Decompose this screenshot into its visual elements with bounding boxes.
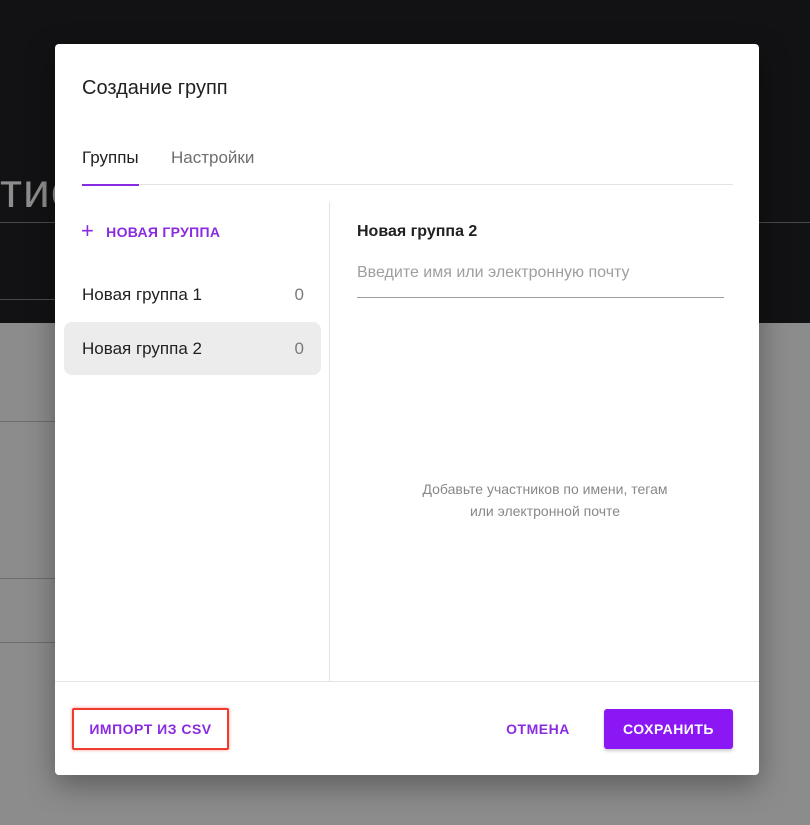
background-divider xyxy=(0,299,60,300)
create-groups-dialog: Создание групп Группы Настройки + НОВАЯ … xyxy=(55,44,759,775)
new-group-label: НОВАЯ ГРУППА xyxy=(106,224,221,240)
new-group-button[interactable]: + НОВАЯ ГРУППА xyxy=(81,218,221,243)
group-member-count: 0 xyxy=(294,338,304,358)
background-row-divider xyxy=(0,578,60,579)
save-button[interactable]: СОХРАНИТЬ xyxy=(604,709,733,749)
import-csv-button[interactable]: ИМПОРТ ИЗ CSV xyxy=(72,708,229,750)
dialog-tabs: Группы Настройки xyxy=(82,146,733,186)
group-item[interactable]: Новая группа 1 0 xyxy=(64,268,321,321)
group-item[interactable]: Новая группа 2 0 xyxy=(64,322,321,375)
plus-icon: + xyxy=(81,218,95,243)
groups-list-pane: + НОВАЯ ГРУППА Новая группа 1 0 Новая гр… xyxy=(55,202,330,681)
cancel-button[interactable]: ОТМЕНА xyxy=(491,708,585,750)
group-member-count: 0 xyxy=(294,284,304,304)
group-name: Новая группа 1 xyxy=(82,284,202,304)
empty-hint-line: Добавьте участников по имени, тегам xyxy=(422,481,668,497)
group-detail-pane: Новая группа 2 Добавьте участников по им… xyxy=(331,202,759,681)
dialog-footer: ИМПОРТ ИЗ CSV ОТМЕНА СОХРАНИТЬ xyxy=(55,681,759,775)
tab-settings[interactable]: Настройки xyxy=(171,148,254,185)
tab-groups[interactable]: Группы xyxy=(82,148,139,186)
member-search-input[interactable] xyxy=(357,256,724,298)
empty-hint-line: или электронной почте xyxy=(469,503,621,519)
background-row-divider xyxy=(0,421,60,422)
selected-group-title: Новая группа 2 xyxy=(357,223,478,240)
empty-members-hint: Добавьте участников по имени, тегам или … xyxy=(331,478,759,522)
background-row-divider xyxy=(0,642,60,643)
group-name: Новая группа 2 xyxy=(82,338,202,358)
dialog-title: Создание групп xyxy=(82,77,228,99)
